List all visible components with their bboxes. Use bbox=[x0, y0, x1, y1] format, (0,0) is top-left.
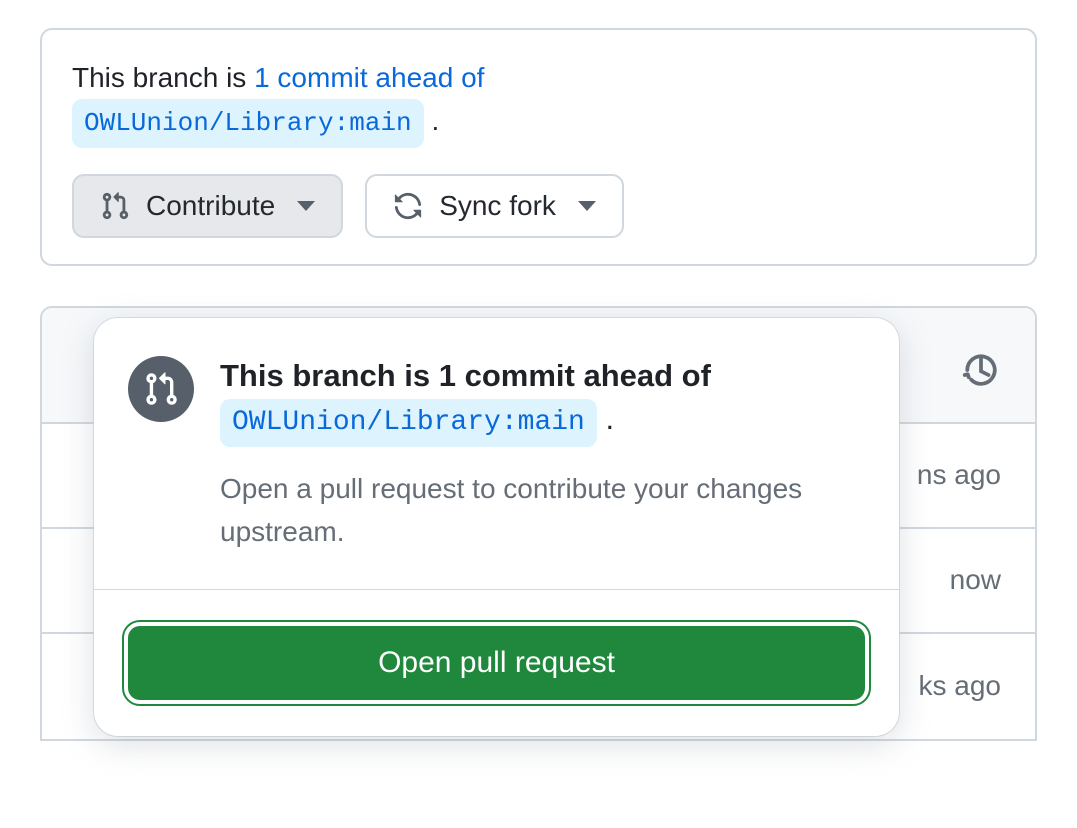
chevron-down-icon bbox=[578, 201, 596, 211]
contribute-popover-body: This branch is 1 commit ahead of OWLUnio… bbox=[94, 318, 899, 589]
popover-footer: Open pull request bbox=[94, 590, 899, 736]
branch-status-box: This branch is 1 commit ahead of OWLUnio… bbox=[40, 28, 1037, 266]
popover-title-text: This branch is 1 commit ahead of bbox=[220, 358, 711, 393]
contribute-popover: This branch is 1 commit ahead of OWLUnio… bbox=[94, 318, 899, 736]
contribute-button[interactable]: Contribute bbox=[72, 174, 343, 238]
pull-request-icon bbox=[100, 191, 130, 221]
popover-title-period: . bbox=[605, 401, 614, 436]
branch-status-text: This branch is 1 commit ahead of OWLUnio… bbox=[72, 56, 1005, 148]
file-list-row-time: now bbox=[950, 564, 1001, 596]
branch-status-period: . bbox=[431, 105, 439, 136]
sync-fork-button-label: Sync fork bbox=[439, 190, 556, 222]
branch-button-row: Contribute Sync fork bbox=[72, 174, 1005, 238]
open-pull-request-button[interactable]: Open pull request bbox=[128, 626, 865, 700]
contribute-popover-content: This branch is 1 commit ahead of OWLUnio… bbox=[220, 354, 863, 553]
chevron-down-icon bbox=[297, 201, 315, 211]
popover-title: This branch is 1 commit ahead of OWLUnio… bbox=[220, 354, 863, 447]
popover-description: Open a pull request to contribute your c… bbox=[220, 467, 863, 554]
sync-icon bbox=[393, 191, 423, 221]
upstream-ref-badge: OWLUnion/Library:main bbox=[72, 99, 424, 147]
branch-status-prefix: This branch is bbox=[72, 62, 246, 93]
file-list-row-time: ks ago bbox=[919, 670, 1002, 702]
sync-fork-button[interactable]: Sync fork bbox=[365, 174, 624, 238]
popover-upstream-ref-badge: OWLUnion/Library:main bbox=[220, 399, 597, 446]
popover-icon-circle bbox=[128, 356, 194, 422]
history-icon[interactable] bbox=[961, 350, 1001, 390]
branch-compare-link-text: 1 commit ahead of bbox=[254, 62, 484, 93]
file-list-row-time: ns ago bbox=[917, 459, 1001, 491]
pull-request-icon bbox=[143, 371, 179, 407]
contribute-button-label: Contribute bbox=[146, 190, 275, 222]
